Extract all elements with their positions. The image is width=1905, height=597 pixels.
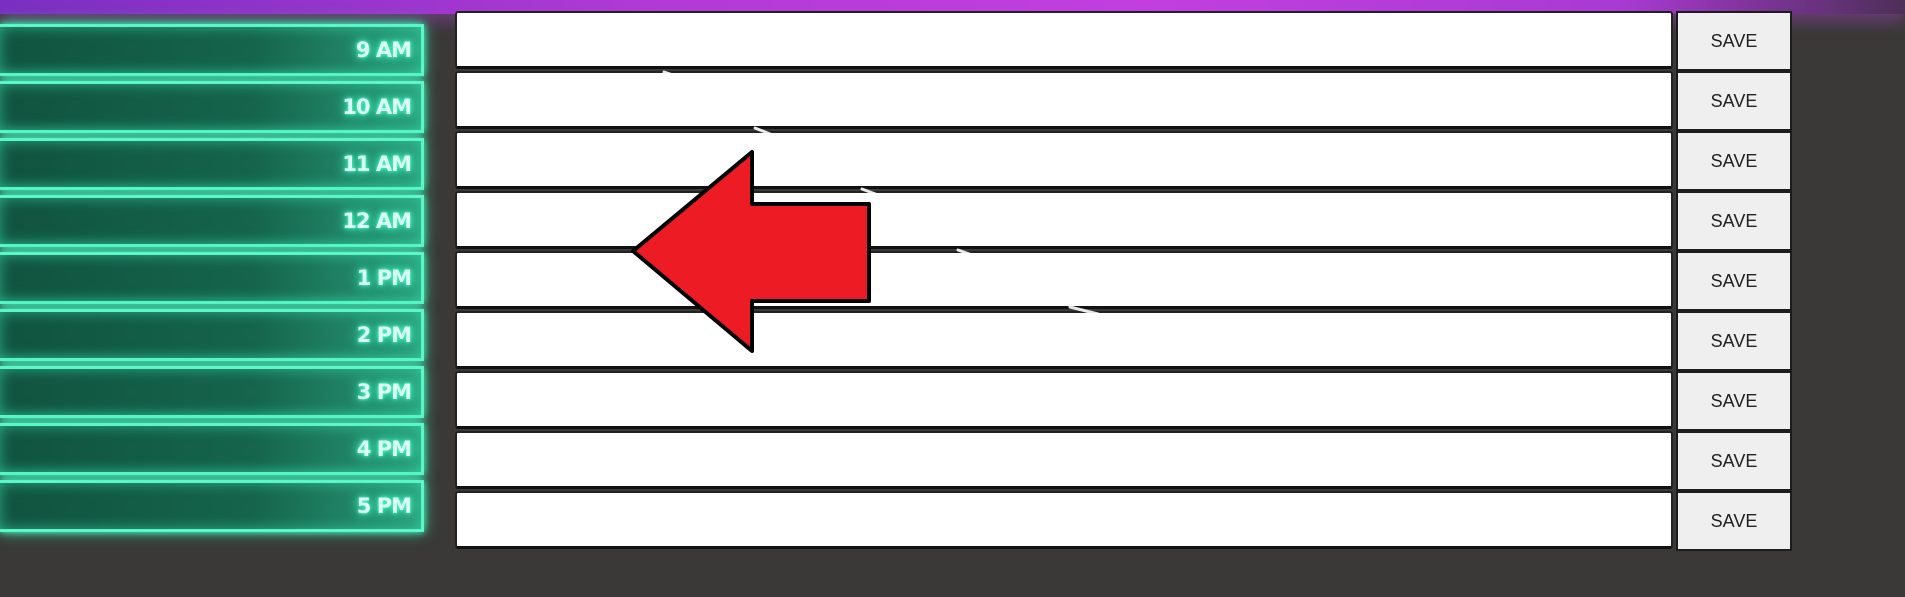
schedule-row: SAVE bbox=[455, 71, 1792, 131]
schedule-row: SAVE bbox=[455, 371, 1792, 431]
time-block-12am: 12 AM bbox=[0, 195, 424, 247]
save-button[interactable]: SAVE bbox=[1676, 131, 1792, 191]
time-label: 11 AM bbox=[342, 152, 412, 176]
schedule-row: SAVE bbox=[455, 131, 1792, 191]
save-button[interactable]: SAVE bbox=[1676, 371, 1792, 431]
save-button[interactable]: SAVE bbox=[1676, 311, 1792, 371]
time-block-11am: 11 AM bbox=[0, 138, 424, 190]
event-text-area[interactable] bbox=[455, 131, 1673, 189]
event-text-area[interactable] bbox=[455, 431, 1673, 489]
schedule-row: SAVE bbox=[455, 491, 1792, 551]
time-label: 5 PM bbox=[356, 494, 412, 518]
time-label: 10 AM bbox=[342, 95, 412, 119]
time-label: 2 PM bbox=[356, 323, 412, 347]
event-text-area[interactable] bbox=[455, 491, 1673, 549]
event-text-area[interactable] bbox=[455, 251, 1673, 309]
save-button[interactable]: SAVE bbox=[1676, 491, 1792, 551]
save-button[interactable]: SAVE bbox=[1676, 191, 1792, 251]
event-text-area[interactable] bbox=[455, 371, 1673, 429]
save-button[interactable]: SAVE bbox=[1676, 71, 1792, 131]
schedule-row: SAVE bbox=[455, 191, 1792, 251]
time-block-10am: 10 AM bbox=[0, 81, 424, 133]
event-text-area[interactable] bbox=[455, 11, 1673, 69]
time-label: 3 PM bbox=[356, 380, 412, 404]
time-label: 12 AM bbox=[342, 209, 412, 233]
time-block-9am: 9 AM bbox=[0, 24, 424, 76]
event-text-area[interactable] bbox=[455, 191, 1673, 249]
time-label: 4 PM bbox=[356, 437, 412, 461]
time-block-1pm: 1 PM bbox=[0, 252, 424, 304]
save-button[interactable]: SAVE bbox=[1676, 11, 1792, 71]
schedule-row: SAVE bbox=[455, 251, 1792, 311]
time-label: 9 AM bbox=[355, 38, 412, 62]
time-block-3pm: 3 PM bbox=[0, 366, 424, 418]
schedule-row: SAVE bbox=[455, 311, 1792, 371]
schedule-row: SAVE bbox=[455, 431, 1792, 491]
time-column: 9 AM 10 AM 11 AM 12 AM 1 PM 2 PM 3 PM 4 … bbox=[0, 24, 424, 537]
save-button[interactable]: SAVE bbox=[1676, 431, 1792, 491]
schedule-row: SAVE bbox=[455, 11, 1792, 71]
time-label: 1 PM bbox=[356, 266, 412, 290]
time-block-2pm: 2 PM bbox=[0, 309, 424, 361]
event-text-area[interactable] bbox=[455, 71, 1673, 129]
save-button[interactable]: SAVE bbox=[1676, 251, 1792, 311]
time-block-4pm: 4 PM bbox=[0, 423, 424, 475]
time-block-5pm: 5 PM bbox=[0, 480, 424, 532]
schedule-rows: SAVE SAVE SAVE SAVE SAVE SAVE SAVE SAVE … bbox=[455, 11, 1792, 551]
event-text-area[interactable] bbox=[455, 311, 1673, 369]
